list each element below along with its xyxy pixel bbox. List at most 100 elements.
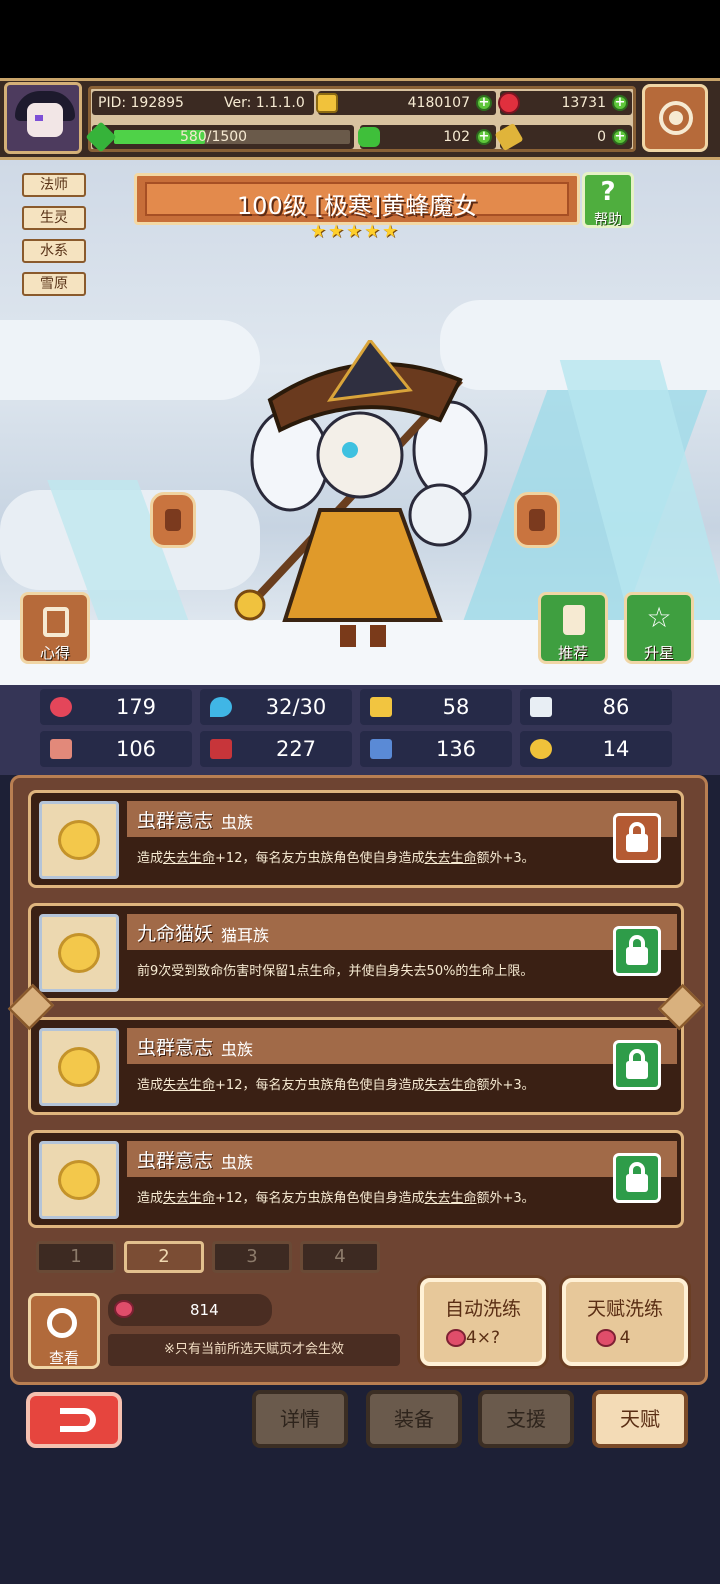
berry-amount: 814 <box>190 1301 219 1319</box>
view-button[interactable]: 查看 <box>28 1293 100 1369</box>
lock-icon[interactable] <box>613 1040 661 1090</box>
talent-reroll-button[interactable]: 天赋洗练 4 <box>562 1278 688 1366</box>
back-button[interactable] <box>26 1392 122 1448</box>
tab-equipment[interactable]: 装备 <box>366 1390 462 1448</box>
gem-counter: 13731 + <box>498 91 632 115</box>
talent-name-bar: 虫群意志 虫族 <box>127 1141 677 1177</box>
star-icon: ★ <box>310 221 327 242</box>
talent-race: 虫族 <box>221 1153 254 1172</box>
recommend-button[interactable]: 推荐 <box>538 592 608 664</box>
previous-hero-button[interactable] <box>150 492 196 548</box>
tab-details[interactable]: 详情 <box>252 1390 348 1448</box>
cat-icon <box>58 933 100 973</box>
wing-icon <box>530 697 552 717</box>
talent-icon-frame <box>39 1141 119 1219</box>
key-amount: 0 <box>597 129 606 145</box>
tag-class: 法师 <box>22 173 86 197</box>
settings-button[interactable] <box>642 84 708 152</box>
berry-counter: 814 <box>108 1294 272 1326</box>
add-keys-icon[interactable]: + <box>612 129 628 145</box>
keyword-link[interactable]: 失去生命 <box>163 851 215 866</box>
experience-text: 580/1500 <box>180 129 248 145</box>
add-clovers-icon[interactable]: + <box>476 129 492 145</box>
thumbs-up-icon <box>563 605 585 635</box>
gem-amount: 13731 <box>561 95 606 111</box>
stat-speed: 86 <box>520 689 672 725</box>
stat-attack: 106 <box>40 731 192 767</box>
talent-icon-frame <box>39 801 119 879</box>
talent-icon-frame <box>39 914 119 992</box>
clover-icon <box>358 127 380 147</box>
add-coins-icon[interactable]: + <box>476 95 492 111</box>
magnifier-icon <box>47 1308 77 1338</box>
talent-icon-frame <box>39 1028 119 1106</box>
star-up-button[interactable]: ☆ 升星 <box>624 592 694 664</box>
talent-page-tab-3[interactable]: 3 <box>212 1241 292 1273</box>
help-icon: ? <box>600 177 616 207</box>
talent-race: 虫族 <box>221 813 254 832</box>
lock-icon[interactable] <box>613 1153 661 1203</box>
berry-icon <box>114 1300 134 1318</box>
tab-support[interactable]: 支援 <box>478 1390 574 1448</box>
tag-element: 水系 <box>22 239 86 263</box>
gear-icon <box>663 105 689 131</box>
talent-description: 造成失去生命+12，每名友方虫族角色使自身造成失去生命额外+3。 <box>137 1191 535 1206</box>
keyword-link[interactable]: 失去生命 <box>424 1078 476 1093</box>
talent-name-bar: 九命猫妖 猫耳族 <box>127 914 677 950</box>
unlocked-icon[interactable] <box>613 813 661 863</box>
stat-magic: 227 <box>200 731 352 767</box>
talent-description: 前9次受到致命伤害时保留1点生命，并使自身失去50%的生命上限。 <box>137 964 534 979</box>
notes-button[interactable]: 心得 <box>20 592 90 664</box>
auto-reroll-cost: 4×? <box>465 1328 501 1348</box>
talent-page-tab-2[interactable]: 2 <box>124 1241 204 1273</box>
hero-title-banner: 100级 [极寒]黄蜂魔女 <box>134 173 580 225</box>
talent-card[interactable]: 虫群意志 虫族造成失去生命+12，每名友方虫族角色使自身造成失去生命额外+3。 <box>28 790 684 888</box>
add-gems-icon[interactable]: + <box>612 95 628 111</box>
return-arrow-icon <box>60 1408 96 1432</box>
talent-name-bar: 虫群意志 虫族 <box>127 1028 677 1064</box>
talent-name: 虫群意志 <box>137 1037 214 1059</box>
talent-card[interactable]: 虫群意志 虫族造成失去生命+12，每名友方虫族角色使自身造成失去生命额外+3。 <box>28 1017 684 1115</box>
talent-description: 造成失去生命+12，每名友方虫族角色使自身造成失去生命额外+3。 <box>137 851 535 866</box>
star-up-label: 升星 <box>643 644 674 662</box>
talent-page-tab-4[interactable]: 4 <box>300 1241 380 1273</box>
star-icon: ★ <box>382 221 399 242</box>
help-label: 帮助 <box>594 212 622 228</box>
talent-card[interactable]: 虫群意志 虫族造成失去生命+12，每名友方虫族角色使自身造成失去生命额外+3。 <box>28 1130 684 1228</box>
hero-star-rating: ★ ★ ★ ★ ★ <box>310 222 404 244</box>
keyword-link[interactable]: 失去生命 <box>424 851 476 866</box>
keyword-link[interactable]: 失去生命 <box>163 1078 215 1093</box>
help-button[interactable]: ? 帮助 <box>582 172 634 228</box>
coin-icon <box>316 93 338 113</box>
talent-card[interactable]: 九命猫妖 猫耳族前9次受到致命伤害时保留1点生命，并使自身失去50%的生命上限。 <box>28 903 684 1001</box>
tab-talent[interactable]: 天赋 <box>592 1390 688 1448</box>
talent-name: 九命猫妖 <box>137 923 214 945</box>
hero-title: 100级 [极寒]黄蜂魔女 <box>236 192 478 220</box>
water-drop-icon <box>210 697 232 717</box>
bug-icon <box>58 820 100 860</box>
next-hero-button[interactable] <box>514 492 560 548</box>
lock-icon[interactable] <box>613 926 661 976</box>
player-avatar[interactable] <box>4 82 82 154</box>
auto-reroll-button[interactable]: 自动洗练 4×? <box>420 1278 546 1366</box>
talent-page-tab-1[interactable]: 1 <box>36 1241 116 1273</box>
keyword-link[interactable]: 失去生命 <box>163 1191 215 1206</box>
stat-defense: 58 <box>360 689 512 725</box>
armor-icon <box>370 739 392 759</box>
player-id: PID: 192895 <box>98 95 184 111</box>
keyword-link[interactable]: 失去生命 <box>424 1191 476 1206</box>
stat-mana: 32/30 <box>200 689 352 725</box>
view-label: 查看 <box>48 1349 79 1367</box>
clover-amount: 102 <box>443 129 470 145</box>
star-icon: ★ <box>364 221 381 242</box>
stat-crit: 14 <box>520 731 672 767</box>
talent-race: 猫耳族 <box>221 926 270 945</box>
star-icon: ☆ <box>646 601 672 634</box>
heart-icon <box>50 697 72 717</box>
fist-icon <box>50 739 72 759</box>
gem-icon <box>498 92 520 114</box>
talent-race: 虫族 <box>221 1040 254 1059</box>
talent-name-bar: 虫群意志 虫族 <box>127 801 677 837</box>
talent-description: 造成失去生命+12，每名友方虫族角色使自身造成失去生命额外+3。 <box>137 1078 535 1093</box>
talent-reroll-label: 天赋洗练 <box>586 1298 663 1320</box>
